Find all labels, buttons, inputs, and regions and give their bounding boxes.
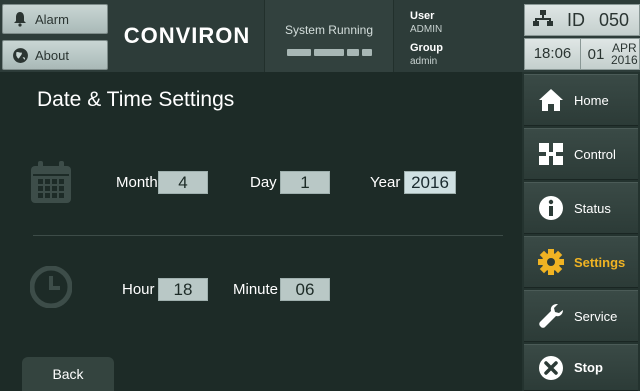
system-status-text: System Running — [284, 23, 374, 37]
day-field[interactable]: 1 — [280, 171, 330, 194]
user-label: User — [410, 10, 435, 22]
year-field[interactable]: 2016 — [404, 171, 456, 194]
nav-stop-label: Stop — [574, 360, 603, 375]
stop-icon — [536, 353, 566, 383]
id-value: 050 — [599, 9, 630, 30]
month-label: Month — [116, 174, 158, 191]
nav-settings-label: Settings — [574, 254, 626, 270]
user-panel: User ADMIN Group admin — [396, 0, 522, 72]
clock-year: 2016 — [611, 53, 638, 67]
clock-day: 01 — [587, 45, 605, 63]
nav-home[interactable]: Home — [524, 74, 638, 126]
hour-label: Hour — [122, 281, 155, 298]
top-bar: Alarm About CONVIRON System Running User… — [0, 0, 640, 72]
chamber-id-box: ID 050 — [524, 4, 640, 36]
user-value: ADMIN — [410, 24, 443, 35]
alarm-button[interactable]: Alarm — [2, 4, 108, 34]
back-button[interactable]: Back — [22, 357, 114, 391]
clock-month-year: APR 2016 — [611, 42, 638, 66]
group-label: Group — [410, 42, 443, 54]
alarm-label: Alarm — [35, 11, 69, 27]
network-icon — [533, 9, 553, 32]
clock-icon — [29, 265, 73, 313]
info-icon — [536, 193, 566, 223]
brand-logo: CONVIRON — [123, 23, 251, 48]
nav-status-label: Status — [574, 200, 611, 216]
nav-status[interactable]: Status — [524, 182, 638, 234]
page-title: Date & Time Settings — [37, 88, 235, 111]
calendar-icon — [30, 160, 72, 209]
nav-service[interactable]: Service — [524, 290, 638, 342]
nav-control[interactable]: Control — [524, 128, 638, 180]
year-label: Year — [370, 174, 401, 191]
id-label: ID — [567, 9, 585, 30]
globe-icon — [11, 46, 29, 64]
nav-control-label: Control — [574, 146, 616, 162]
gear-icon — [536, 247, 566, 277]
wrench-icon — [536, 301, 566, 331]
about-button[interactable]: About — [2, 40, 108, 70]
clock-time: 18:06 — [525, 39, 581, 69]
control-icon — [536, 139, 566, 169]
section-divider — [33, 235, 503, 236]
nav-settings[interactable]: Settings — [524, 236, 638, 288]
side-nav: Home Control Status Settings Service Sto… — [522, 72, 640, 391]
hour-field[interactable]: 18 — [158, 278, 208, 301]
home-icon — [536, 85, 566, 115]
nav-service-label: Service — [574, 308, 618, 324]
about-label: About — [35, 47, 69, 63]
system-activity-bar — [287, 49, 373, 56]
group-value: admin — [410, 56, 438, 67]
nav-stop[interactable]: Stop — [524, 344, 638, 391]
bell-icon — [11, 10, 29, 28]
minute-field[interactable]: 06 — [280, 278, 330, 301]
month-field[interactable]: 4 — [158, 171, 208, 194]
minute-label: Minute — [233, 281, 279, 298]
nav-home-label: Home — [574, 92, 609, 108]
system-status-panel: System Running — [264, 0, 394, 72]
datetime-box: 18:06 01 APR 2016 — [524, 38, 640, 70]
day-label: Day — [250, 174, 277, 191]
